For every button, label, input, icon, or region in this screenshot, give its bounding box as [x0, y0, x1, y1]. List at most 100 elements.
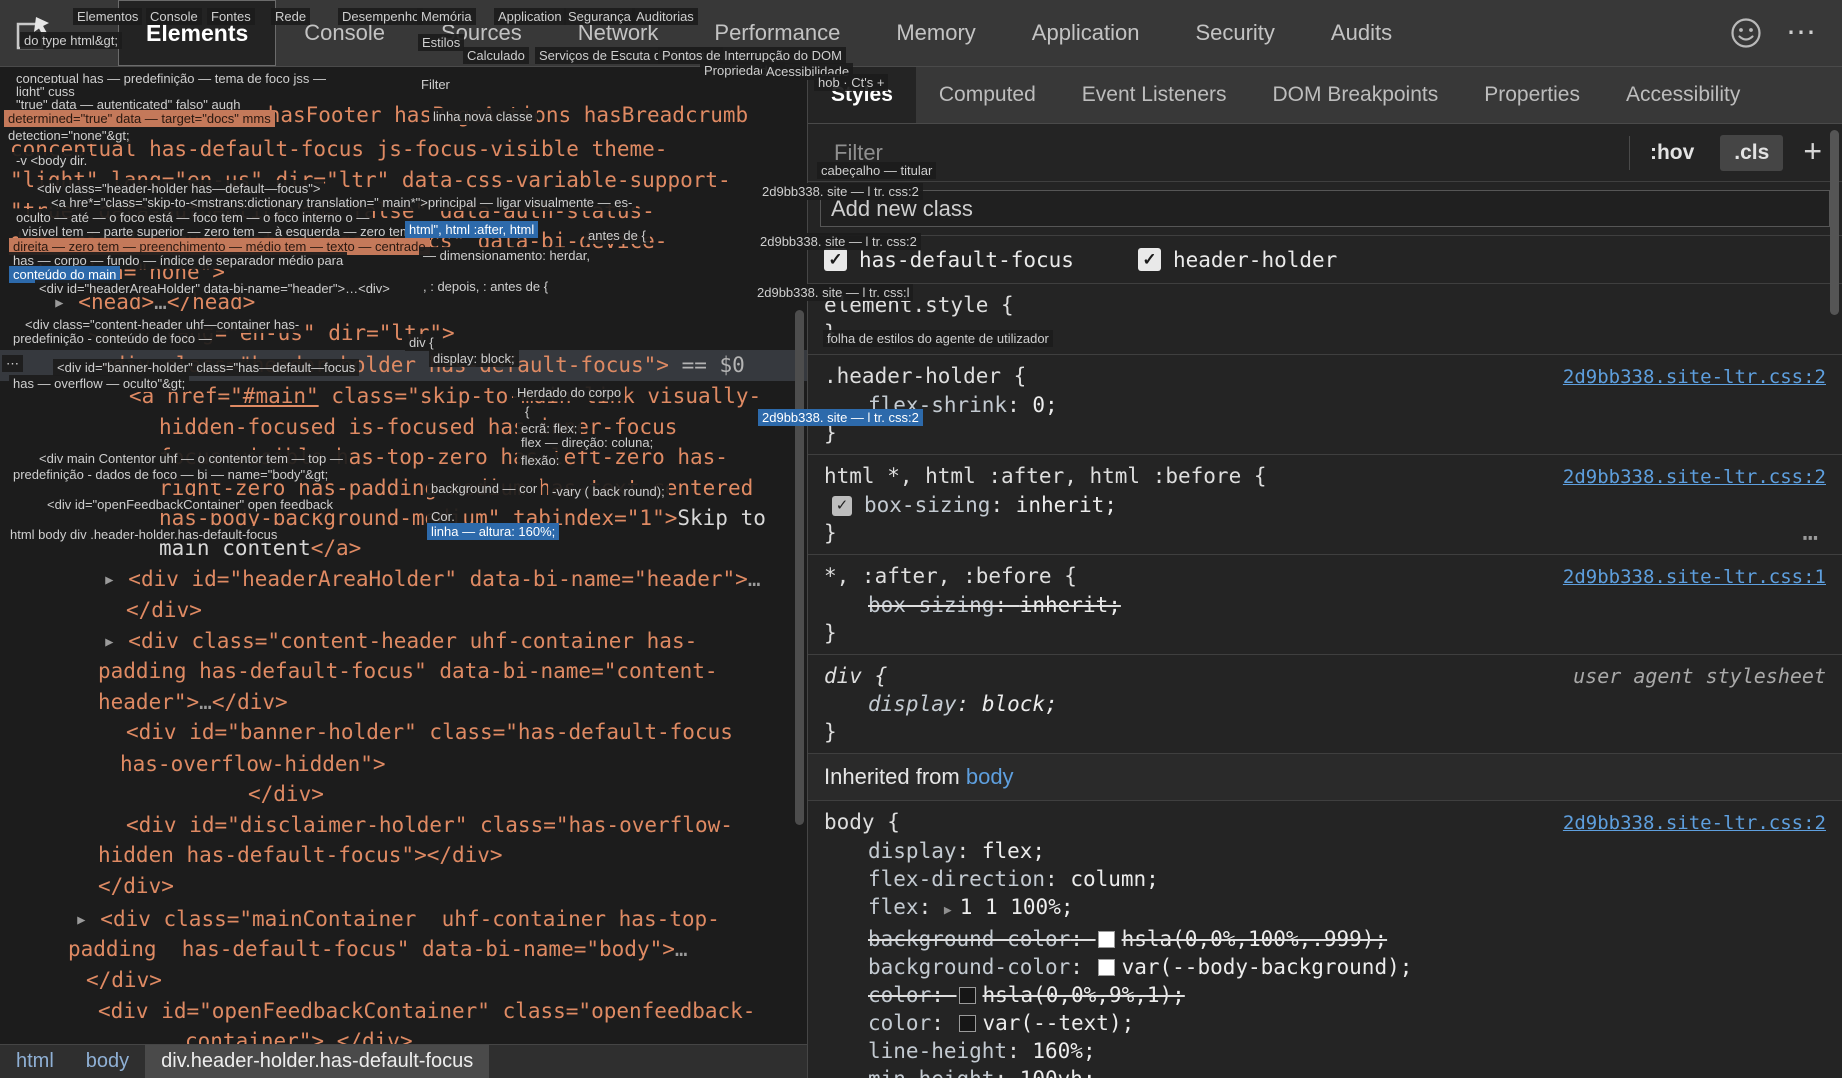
dom-code-segment: container"> — [185, 1029, 324, 1044]
rule-closing-brace: } — [824, 319, 1826, 347]
tab-elements[interactable]: Elements — [118, 0, 276, 66]
css-property[interactable]: ✓box-sizing: inherit; — [824, 491, 1826, 519]
sidebar-tab-event-listeners[interactable]: Event Listeners — [1059, 67, 1250, 123]
stylesheet-link[interactable]: 2d9bb338.site-ltr.css:2 — [1563, 463, 1826, 491]
css-property[interactable]: line-height: 160%; — [824, 1037, 1826, 1065]
css-property[interactable]: color: var(--text); — [824, 1009, 1826, 1037]
css-property[interactable]: display: block; — [824, 690, 1826, 718]
dom-tree-line[interactable]: <div id="openFeedbackContainer" class="o… — [98, 999, 755, 1024]
add-class-input[interactable] — [820, 190, 1830, 227]
dom-code-segment: <div class="mainContainer uhf-container … — [100, 907, 720, 931]
stylesheet-link[interactable]: 2d9bb338.site-ltr.css:2 — [1563, 809, 1826, 837]
stylesheet-link[interactable]: 2d9bb338.site-ltr.css:2 — [1563, 363, 1826, 391]
toolbar-right-controls: ⋯ — [1728, 0, 1842, 66]
property-value: var(--text); — [983, 1011, 1135, 1035]
dom-tree-line[interactable]: detection="none"> — [10, 260, 225, 285]
css-property[interactable]: min-height: 100vh; — [824, 1065, 1826, 1078]
tab-application[interactable]: Application — [1004, 0, 1168, 66]
sidebar-tab-accessibility[interactable]: Accessibility — [1603, 67, 1763, 123]
expand-arrow-icon: ▸ — [53, 290, 78, 314]
tab-console[interactable]: Console — [276, 0, 413, 66]
dom-tree-line[interactable]: <div id="banner-holder" class="has-defau… — [126, 720, 733, 745]
css-property[interactable]: display: flex; — [824, 837, 1826, 865]
tab-audits[interactable]: Audits — [1303, 0, 1420, 66]
breadcrumb-item-html[interactable]: html — [0, 1045, 70, 1078]
css-property[interactable]: flex-shrink: 0; — [824, 391, 1826, 419]
css-property[interactable]: background-color: var(--body-background)… — [824, 953, 1826, 981]
dom-tree-line[interactable]: "light" lang="en-us" dir="ltr" data-css-… — [10, 168, 731, 193]
css-property[interactable]: flex-direction: column; — [824, 865, 1826, 893]
dom-tree-line[interactable]: determined="true" data-target="docs" dat… — [10, 229, 667, 254]
tab-sources[interactable]: Sources — [413, 0, 550, 66]
dom-tree-line[interactable]: conceptual has-default-focus js-focus-vi… — [10, 137, 667, 162]
dom-tree-line[interactable]: "true" data-authenticated="false" data-a… — [10, 199, 655, 224]
breadcrumb-item-body[interactable]: body — [70, 1045, 145, 1078]
dom-tree-line[interactable]: ▸ <div class="content-header uhf-contain… — [103, 629, 697, 654]
property-name: flex-shrink — [868, 393, 1007, 417]
style-rule: *, :after, :before {2d9bb338.site-ltr.cs… — [808, 555, 1842, 655]
css-property[interactable]: color: hsla(0,0%,9%,1); — [824, 981, 1826, 1009]
inspect-icon[interactable] — [0, 0, 66, 66]
dom-tree-line[interactable]: main content</a> — [159, 536, 361, 561]
sidebar-tab-styles[interactable]: Styles — [808, 67, 916, 123]
dom-code-segment: … — [324, 1029, 337, 1044]
dom-code-segment: <body lang="en-us" dir="ltr"> — [88, 321, 455, 345]
dom-tree-line[interactable]: ▸ <div id="headerAreaHolder" data-bi-nam… — [103, 567, 760, 592]
class-checkbox-header-holder[interactable]: ✓ — [1138, 248, 1161, 271]
dom-tree-line[interactable]: ▸ <head>…</head> — [53, 290, 255, 315]
dom-tree-line[interactable]: hidden-focused is-focused has-inner-focu… — [159, 415, 677, 440]
dom-code-segment: </div> — [248, 782, 324, 806]
dom-tree-line[interactable]: has-overflow-hidden"> — [120, 752, 386, 777]
dom-tree-line[interactable]: </div> — [86, 968, 162, 993]
dom-tree-line[interactable]: container">…</div> — [185, 1029, 413, 1044]
css-property[interactable]: box-sizing: inherit; — [824, 591, 1826, 619]
color-swatch[interactable] — [1098, 931, 1115, 948]
css-property[interactable]: flex: ▶1 1 100%; — [824, 893, 1826, 925]
styles-scrollbar-thumb[interactable] — [1830, 130, 1839, 315]
tab-performance[interactable]: Performance — [686, 0, 868, 66]
sidebar-tab-properties[interactable]: Properties — [1461, 67, 1603, 123]
color-swatch[interactable] — [959, 1015, 976, 1032]
toolbar-menu-icon[interactable]: ⋯ — [1778, 18, 1824, 48]
dom-tree-line[interactable]: </div> — [126, 598, 202, 623]
dom-tree-line[interactable]: has-body-background-medium" tabindex="1"… — [159, 506, 766, 531]
property-checkbox[interactable]: ✓ — [832, 496, 852, 516]
toggle-element-state-button[interactable]: :hov — [1634, 141, 1710, 165]
tab-security[interactable]: Security — [1167, 0, 1302, 66]
inherited-body-link[interactable]: body — [966, 764, 1014, 789]
dom-tree-line[interactable]: </div> — [248, 782, 324, 807]
tab-network[interactable]: Network — [550, 0, 687, 66]
dom-tree-line[interactable]: ="hasHeader hasFooter hasPageActions has… — [116, 103, 748, 128]
dom-tree-line[interactable]: <a href="#main" class="skip-to-main-link… — [129, 384, 761, 409]
feedback-smiley-icon[interactable] — [1728, 15, 1764, 51]
styles-filter-input[interactable] — [808, 140, 1625, 166]
elements-scrollbar-thumb[interactable] — [795, 310, 804, 825]
dom-tree-line[interactable]: right-zero has-padding-medium has-text-c… — [159, 476, 753, 501]
dom-tree-line[interactable]: ▸ <div class="mainContainer uhf-containe… — [75, 907, 720, 932]
dom-tree-line[interactable]: <body lang="en-us" dir="ltr"> — [88, 321, 455, 346]
breadcrumb-item-div-header-holder-has-default-focus[interactable]: div.header-holder.has-default-focus — [145, 1045, 489, 1078]
dom-code-segment: has-body-background-medium" tabindex="1"… — [159, 506, 677, 530]
sidebar-tab-dom-breakpoints[interactable]: DOM Breakpoints — [1250, 67, 1462, 123]
dom-tree-line[interactable]: hidden has-default-focus"></div> — [98, 843, 503, 868]
dom-tree-line[interactable]: padding has-default-focus" data-bi-name=… — [68, 937, 688, 962]
dom-tree-line[interactable]: <div id="disclaimer-holder" class="has-o… — [126, 813, 733, 838]
sidebar-tab-computed[interactable]: Computed — [916, 67, 1059, 123]
color-swatch[interactable] — [1098, 959, 1115, 976]
rule-overflow-menu-icon[interactable]: ⋯ — [1802, 524, 1820, 552]
element-classes-button[interactable]: .cls — [1720, 135, 1783, 171]
dom-code-segment: class="skip-to-main-link visually- — [319, 384, 762, 408]
dom-tree-line[interactable]: focus-visible has-top-zero has-left-zero… — [159, 445, 728, 470]
property-value: inherit; — [1020, 593, 1121, 617]
dom-tree-line[interactable]: padding has-default-focus" data-bi-name=… — [98, 659, 718, 684]
dom-code-segment: <div id="banner-holder" class="has-defau… — [126, 720, 733, 744]
css-property[interactable]: background-color: hsla(0,0%,100%,.999); — [824, 925, 1826, 953]
dom-tree-line[interactable]: </div> — [98, 874, 174, 899]
class-checkbox-has-default-focus[interactable]: ✓ — [824, 248, 847, 271]
tab-memory[interactable]: Memory — [868, 0, 1003, 66]
dom-tree-line[interactable]: <div class="header-holder has-default-fo… — [100, 353, 745, 378]
expand-arrow-icon[interactable]: ▶ — [944, 903, 952, 918]
dom-tree-line[interactable]: header">…</div> — [98, 690, 288, 715]
stylesheet-link[interactable]: 2d9bb338.site-ltr.css:1 — [1563, 563, 1826, 591]
color-swatch[interactable] — [959, 987, 976, 1004]
